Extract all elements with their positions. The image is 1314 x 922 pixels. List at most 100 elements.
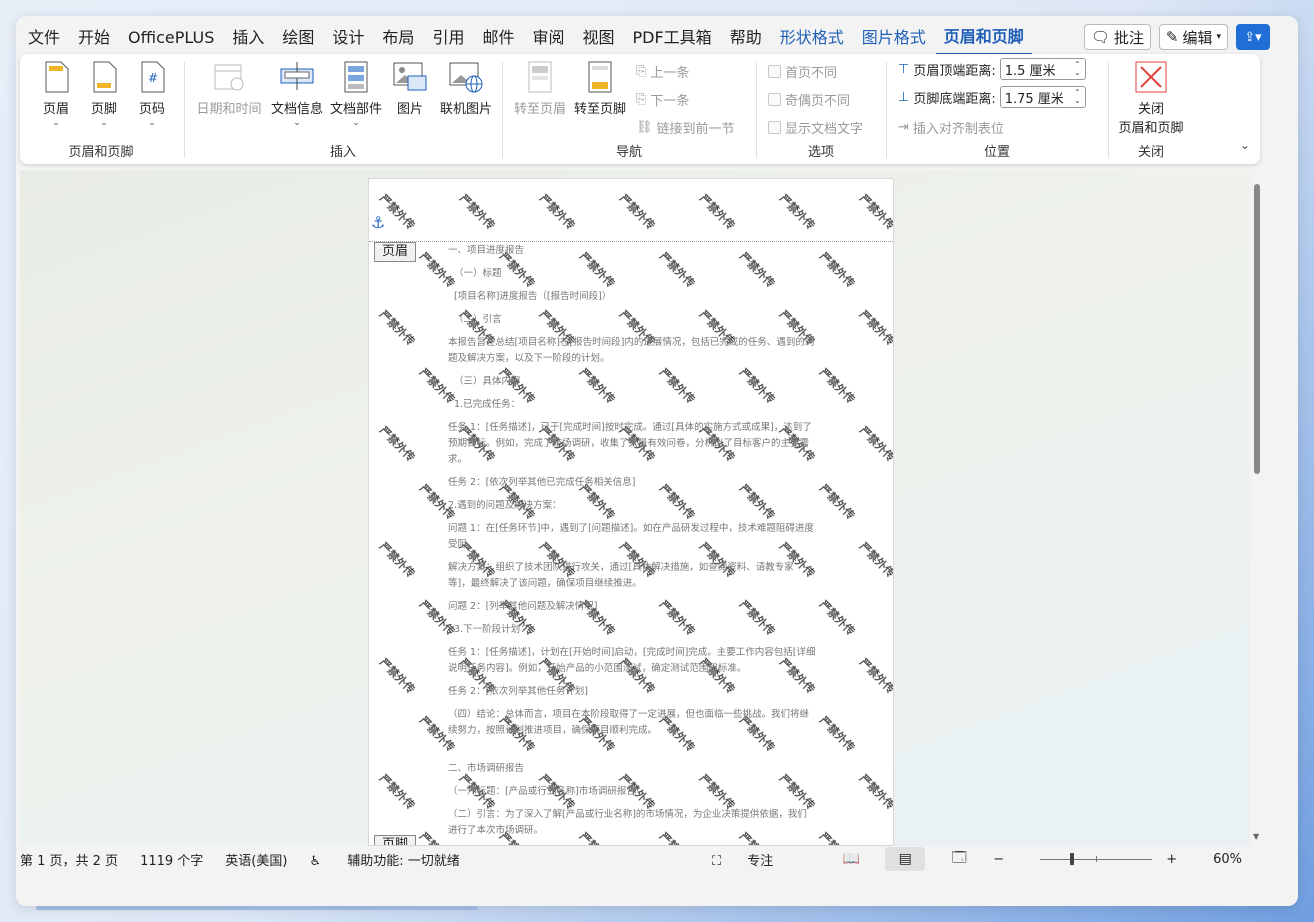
- focus-button[interactable]: ⛶ 专注: [712, 850, 795, 869]
- accessibility-status[interactable]: ♿ 辅助功能: 一切就绪: [309, 850, 481, 869]
- tab-pdf-toolbox[interactable]: PDF工具箱: [625, 20, 720, 56]
- first-page-different-checkbox[interactable]: 首页不同: [768, 62, 837, 81]
- document-paragraph[interactable]: 任务 1：[任务描述]，已于[完成时间]按时完成。通过[具体的实施方式或成果]，…: [448, 420, 816, 468]
- editing-mode-button[interactable]: ✎ 编辑 ▾: [1158, 24, 1228, 50]
- goto-footer-button[interactable]: 转至页脚: [572, 60, 628, 117]
- collapse-ribbon-icon[interactable]: ⌄: [1240, 138, 1250, 152]
- odd-even-different-checkbox[interactable]: 奇偶页不同: [768, 90, 850, 109]
- picture-icon: [392, 60, 428, 94]
- language[interactable]: 英语(美国): [225, 850, 287, 869]
- group-header-footer: 页眉 ⌄ 页脚 ⌄ # 页码 ⌄ 页眉和页脚: [20, 54, 182, 164]
- zoom-slider-thumb[interactable]: [1070, 852, 1075, 865]
- zoom-level[interactable]: 60%: [1213, 852, 1242, 867]
- web-layout-icon[interactable]: 🗔: [939, 847, 979, 871]
- header-button[interactable]: 页眉 ⌄: [36, 60, 76, 128]
- document-paragraph[interactable]: （二）引言：为了深入了解[产品或行业名称]的市场情况，为企业决策提供依据，我们进…: [448, 807, 816, 839]
- document-paragraph[interactable]: 问题 2：[列举其他问题及解决情况]: [448, 599, 816, 615]
- document-paragraph[interactable]: 解决方案：组织了技术团队进行攻关，通过[具体解决措施，如查阅资料、请教专家等]，…: [448, 560, 816, 592]
- document-paragraph[interactable]: （一）标题：[产品或行业名称]市场调研报告: [448, 784, 816, 800]
- link-to-previous-button[interactable]: ⛓ 链接到前一节: [636, 118, 735, 137]
- tab-layout[interactable]: 布局: [374, 20, 422, 56]
- picture-button[interactable]: 图片: [392, 60, 428, 117]
- date-time-button[interactable]: 日期和时间: [194, 60, 264, 117]
- online-picture-button[interactable]: 联机图片: [436, 60, 496, 117]
- focus-label: 专注: [747, 853, 774, 869]
- show-document-text-checkbox[interactable]: 显示文档文字: [768, 118, 863, 137]
- watermark-text: 严禁外传: [376, 655, 418, 697]
- scroll-down-icon[interactable]: ▼: [1253, 832, 1259, 841]
- status-bar: 第 1 页，共 2 页 1119 个字 英语(美国) ♿ 辅助功能: 一切就绪 …: [20, 846, 1282, 872]
- group-close: 关闭 页眉和页脚 关闭: [1110, 54, 1192, 164]
- tab-officeplus[interactable]: OfficePLUS: [120, 20, 222, 56]
- document-paragraph[interactable]: 二、市场调研报告: [448, 761, 816, 777]
- next-label: 下一条: [650, 94, 690, 109]
- zoom-midpoint: [1096, 855, 1098, 862]
- tab-help[interactable]: 帮助: [722, 20, 770, 56]
- tab-design[interactable]: 设计: [324, 20, 372, 56]
- header-tag: 页眉: [374, 242, 416, 262]
- page-number-button[interactable]: # 页码 ⌄: [132, 60, 172, 128]
- tab-file[interactable]: 文件: [20, 20, 68, 56]
- comments-button[interactable]: 🗨 批注: [1083, 24, 1151, 50]
- document-paragraph[interactable]: 3.下一阶段计划：: [448, 622, 816, 638]
- close-header-footer-button[interactable]: 关闭 页眉和页脚: [1114, 60, 1188, 136]
- zoom-out-button[interactable]: −: [993, 852, 1004, 867]
- watermark-text: 严禁外传: [376, 771, 418, 813]
- document-paragraph[interactable]: （一）标题: [448, 266, 816, 282]
- document-paragraph[interactable]: （三）具体内容: [448, 374, 816, 390]
- document-paragraph[interactable]: 任务 2：[依次列举其他任务计划]: [448, 684, 816, 700]
- document-body[interactable]: 一、项目进度报告 （一）标题 [项目名称]进度报告（[报告时间段]） （二）引言本报告…: [448, 243, 816, 845]
- watermark-text: 严禁外传: [376, 307, 418, 349]
- read-mode-icon[interactable]: 📖: [831, 847, 871, 871]
- doc-info-button[interactable]: 文档信息 ⌄: [270, 60, 324, 128]
- zoom-in-button[interactable]: +: [1166, 852, 1177, 867]
- share-button[interactable]: ⇪▾: [1236, 24, 1270, 50]
- tab-insert[interactable]: 插入: [224, 20, 272, 56]
- calendar-clock-icon: [211, 60, 247, 94]
- previous-button[interactable]: ⎘ 上一条: [636, 62, 689, 81]
- footer-bottom-input[interactable]: 1.75 厘米 ⌃ ⌄: [999, 86, 1086, 108]
- document-paragraph[interactable]: 2.遇到的问题及解决方案：: [448, 498, 816, 514]
- document-paragraph[interactable]: 问题 1：在[任务环节]中，遇到了[问题描述]。如在产品研发过程中，技术难题阻碍…: [448, 521, 816, 553]
- tab-view[interactable]: 视图: [574, 20, 622, 56]
- watermark-text: 严禁外传: [816, 597, 858, 639]
- document-paragraph[interactable]: 1.已完成任务：: [448, 397, 816, 413]
- tab-shape-format[interactable]: 形状格式: [772, 20, 852, 56]
- chevron-down-icon: ⌄: [293, 118, 301, 128]
- document-paragraph[interactable]: （四）结论：总体而言，项目在本阶段取得了一定进展，但也面临一些挑战。我们将继续努…: [448, 707, 816, 739]
- print-layout-icon[interactable]: ▤: [885, 847, 926, 871]
- document-paragraph[interactable]: （二）引言: [448, 312, 816, 328]
- document-paragraph[interactable]: 本报告旨在总结[项目名称]在[报告时间段]内的进展情况，包括已完成的任务、遇到的…: [448, 335, 816, 367]
- footer-button[interactable]: 页脚 ⌄: [84, 60, 124, 128]
- document-paragraph[interactable]: [项目名称]进度报告（[报告时间段]）: [448, 289, 816, 305]
- tab-draw[interactable]: 绘图: [274, 20, 322, 56]
- ribbon: 页眉 ⌄ 页脚 ⌄ # 页码 ⌄ 页眉和页脚 日期和时间 文档信息 ⌄ 文档部件…: [20, 54, 1260, 164]
- vertical-scrollbar[interactable]: ▼: [1252, 176, 1262, 844]
- insert-alignment-tab-button[interactable]: ⇥ 插入对齐制表位: [898, 118, 1004, 137]
- document-page[interactable]: 严禁外传 严禁外传 严禁外传 严禁外传 严禁外传 严禁外传 严禁外传 严禁外传 严禁外传 严禁外传…: [368, 178, 894, 846]
- zoom-slider[interactable]: [1040, 852, 1153, 865]
- goto-header-label: 转至页眉: [513, 102, 566, 117]
- scrollbar-thumb[interactable]: [1254, 184, 1260, 474]
- accessibility-label: 辅助功能: 一切就绪: [347, 853, 460, 869]
- word-count[interactable]: 1119 个字: [140, 850, 203, 869]
- tab-review[interactable]: 审阅: [524, 20, 572, 56]
- quick-parts-button[interactable]: 文档部件 ⌄: [328, 60, 384, 128]
- tab-mailings[interactable]: 邮件: [474, 20, 522, 56]
- watermark-text: 严禁外传: [456, 191, 498, 233]
- watermark-text: 严禁外传: [856, 771, 894, 813]
- document-paragraph[interactable]: 任务 1：[任务描述]，计划在[开始时间]启动，[完成时间]完成。主要工作内容包…: [448, 645, 816, 677]
- page-count[interactable]: 第 1 页，共 2 页: [20, 850, 118, 869]
- document-paragraph[interactable]: 一、项目进度报告: [448, 243, 816, 259]
- tab-header-footer[interactable]: 页眉和页脚: [935, 20, 1032, 56]
- online-picture-icon: [448, 60, 484, 94]
- tab-references[interactable]: 引用: [424, 20, 472, 56]
- document-paragraph[interactable]: 任务 2：[依次列举其他已完成任务相关信息]: [448, 475, 816, 491]
- tab-home[interactable]: 开始: [70, 20, 118, 56]
- goto-footer-label: 转至页脚: [573, 102, 626, 117]
- next-button[interactable]: ⎘ 下一条: [636, 90, 689, 109]
- goto-header-button[interactable]: 转至页眉: [512, 60, 568, 117]
- tab-picture-format[interactable]: 图片格式: [854, 20, 934, 56]
- header-top-input[interactable]: 1.5 厘米 ⌃ ⌄: [999, 58, 1086, 80]
- watermark-text: 严禁外传: [856, 191, 894, 233]
